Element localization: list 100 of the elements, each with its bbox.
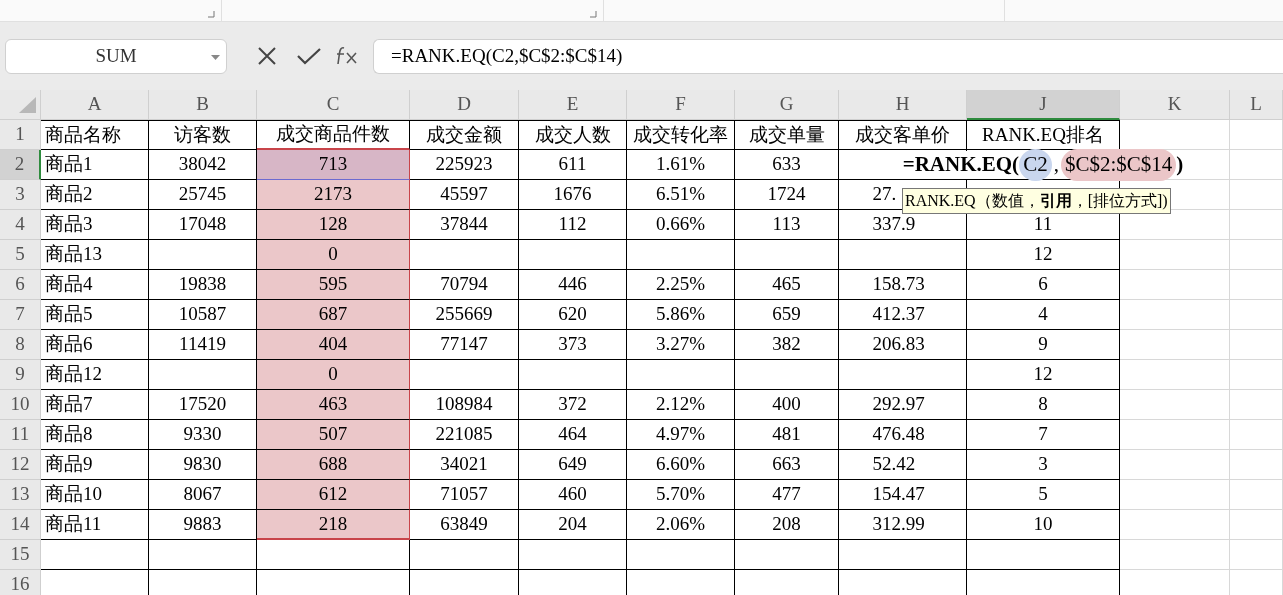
- row-header[interactable]: 13: [0, 480, 41, 510]
- table-cell: [1230, 390, 1283, 420]
- table-cell: 52.42: [839, 450, 967, 480]
- table-cell: 商品2: [41, 180, 149, 210]
- table-cell: [1230, 150, 1283, 180]
- table-cell: 6: [967, 270, 1120, 300]
- column-header[interactable]: F: [627, 90, 735, 120]
- row-header[interactable]: 11: [0, 420, 41, 450]
- table-cell: 1.61%: [627, 150, 735, 180]
- table-cell: 687: [257, 300, 410, 330]
- table-cell: 463: [257, 390, 410, 420]
- table-cell: 10: [967, 510, 1120, 540]
- table-cell: 3.27%: [627, 330, 735, 360]
- table-cell: 34021: [410, 450, 519, 480]
- table-cell: 70794: [410, 270, 519, 300]
- table-cell: 611: [519, 150, 627, 180]
- table-cell: 612: [257, 480, 410, 510]
- table-cell: 154.47: [839, 480, 967, 510]
- function-icon[interactable]: [335, 46, 359, 66]
- table-cell: 465: [735, 270, 839, 300]
- check-icon[interactable]: [297, 47, 321, 65]
- row-header[interactable]: 8: [0, 330, 41, 360]
- column-header[interactable]: D: [410, 90, 519, 120]
- table-cell: 620: [519, 300, 627, 330]
- table-cell: [1230, 360, 1283, 390]
- column-header[interactable]: C: [257, 90, 410, 120]
- table-cell: [1230, 420, 1283, 450]
- table-cell: 206.83: [839, 330, 967, 360]
- row-header[interactable]: 3: [0, 180, 41, 210]
- table-cell: [1230, 480, 1283, 510]
- table-cell: 商品8: [41, 420, 149, 450]
- table-cell: 成交转化率: [627, 120, 735, 150]
- table-cell: 商品12: [41, 360, 149, 390]
- table-cell: 649: [519, 450, 627, 480]
- table-cell: 成交单量: [735, 120, 839, 150]
- table-cell: 382: [735, 330, 839, 360]
- row-header[interactable]: 15: [0, 540, 41, 570]
- table-cell: [1230, 270, 1283, 300]
- cancel-icon[interactable]: [257, 46, 277, 66]
- column-header[interactable]: K: [1120, 90, 1230, 120]
- table-cell: [1230, 330, 1283, 360]
- formula-input[interactable]: =RANK.EQ(C2,$C$2:$C$14): [373, 38, 1283, 74]
- table-cell: 446: [519, 270, 627, 300]
- row-header[interactable]: 6: [0, 270, 41, 300]
- table-cell: 商品1: [41, 150, 149, 180]
- table-cell: 商品11: [41, 510, 149, 540]
- table-cell: 4.97%: [627, 420, 735, 450]
- table-cell: 481: [735, 420, 839, 450]
- corner-grip-icon[interactable]: [208, 11, 215, 18]
- table-cell: 成交金额: [410, 120, 519, 150]
- row-header[interactable]: 14: [0, 510, 41, 540]
- table-cell: 372: [519, 390, 627, 420]
- row-header[interactable]: 4: [0, 210, 41, 240]
- table-cell: 12: [967, 360, 1120, 390]
- row-header[interactable]: 16: [0, 570, 41, 595]
- row-header[interactable]: 5: [0, 240, 41, 270]
- table-cell: 37844: [410, 210, 519, 240]
- column-header[interactable]: L: [1230, 90, 1283, 120]
- name-box[interactable]: SUM: [5, 38, 227, 74]
- row-header[interactable]: 1: [0, 120, 41, 150]
- table-cell: 1724: [735, 180, 839, 210]
- table-cell: 373: [519, 330, 627, 360]
- table-cell: [1230, 180, 1283, 210]
- corner-grip-icon[interactable]: [590, 11, 597, 18]
- table-cell: 0: [257, 360, 410, 390]
- row-header[interactable]: 10: [0, 390, 41, 420]
- table-cell: [1230, 540, 1283, 570]
- table-cell: 5: [967, 480, 1120, 510]
- table-cell: 208: [735, 510, 839, 540]
- table-cell: [1230, 210, 1283, 240]
- table-cell: 1676: [519, 180, 627, 210]
- row-header[interactable]: 7: [0, 300, 41, 330]
- table-cell: [1230, 120, 1283, 150]
- table-cell: 4: [967, 300, 1120, 330]
- row-header[interactable]: 12: [0, 450, 41, 480]
- row-header[interactable]: 2: [0, 150, 41, 180]
- table-cell: 688: [257, 450, 410, 480]
- table-cell: 成交客单价: [839, 120, 967, 150]
- table-cell: 663: [735, 450, 839, 480]
- column-header[interactable]: B: [149, 90, 257, 120]
- dropdown-caret-icon[interactable]: [211, 54, 220, 60]
- column-header[interactable]: G: [735, 90, 839, 120]
- table-cell: 476.48: [839, 420, 967, 450]
- column-header[interactable]: A: [41, 90, 149, 120]
- table-cell: 商品5: [41, 300, 149, 330]
- column-header[interactable]: J: [967, 90, 1120, 120]
- column-header[interactable]: H: [839, 90, 967, 120]
- column-header[interactable]: E: [519, 90, 627, 120]
- table-cell: 659: [735, 300, 839, 330]
- table-cell: 633: [735, 150, 839, 180]
- table-cell: 255669: [410, 300, 519, 330]
- table-cell: 商品名称: [41, 120, 149, 150]
- table-cell: 112: [519, 210, 627, 240]
- table-cell: 158.73: [839, 270, 967, 300]
- table-cell: 5.70%: [627, 480, 735, 510]
- table-cell: 6.60%: [627, 450, 735, 480]
- table-cell: 9: [967, 330, 1120, 360]
- table-cell: 460: [519, 480, 627, 510]
- row-header[interactable]: 9: [0, 360, 41, 390]
- table-cell: 2.25%: [627, 270, 735, 300]
